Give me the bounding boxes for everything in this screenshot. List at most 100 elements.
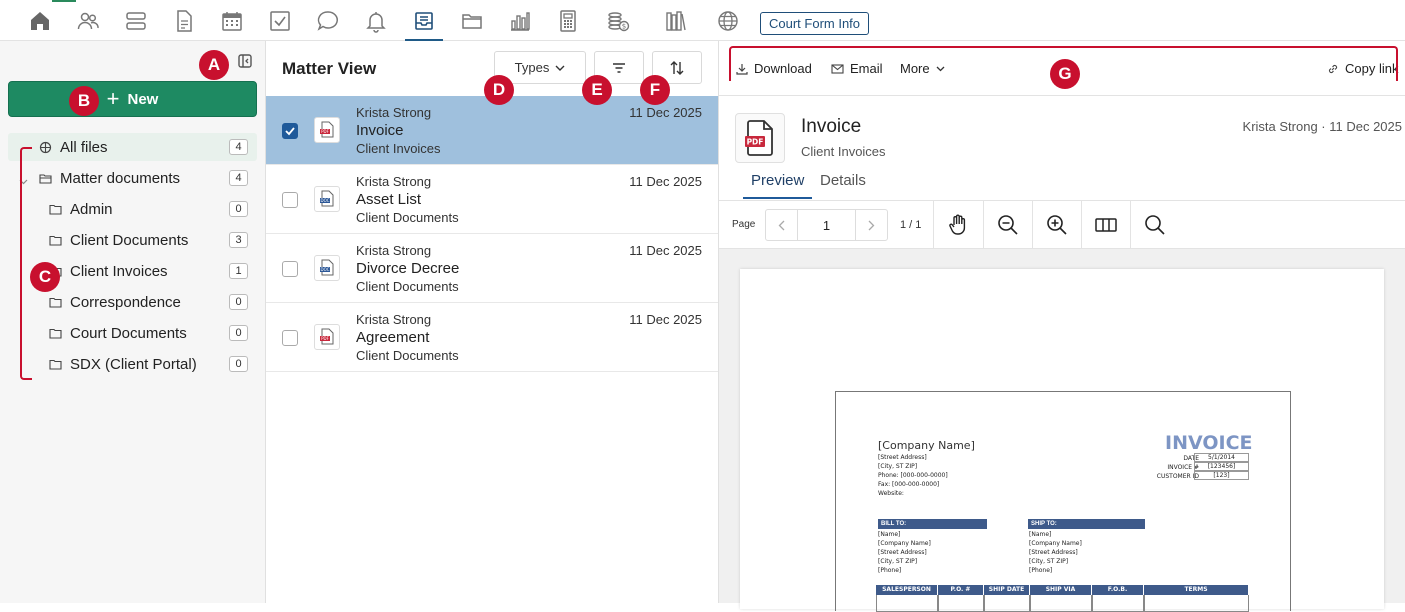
address-line: [City, ST ZIP] (878, 463, 918, 470)
file-name[interactable]: Divorce Decree (356, 260, 459, 277)
calculator-icon[interactable] (555, 8, 581, 34)
svg-text:DOC: DOC (320, 267, 329, 272)
invoice-column-header: SHIP DATE (984, 585, 1030, 595)
document-page: [Company Name] INVOICE [Street Address][… (740, 269, 1384, 612)
file-folder: Client Invoices (356, 141, 441, 156)
contacts-icon[interactable] (75, 8, 101, 34)
page-number-input[interactable]: 1 (798, 210, 854, 240)
folder-icon[interactable] (459, 8, 485, 34)
sidebar-item-label: Court Documents (70, 324, 187, 342)
invoice-meta-values: 5/1/2014 [123456] [123] (1194, 453, 1249, 480)
doc-file-icon: DOC (314, 186, 340, 212)
divider (983, 201, 984, 248)
collapse-sidebar-icon[interactable] (237, 53, 253, 69)
pdf-file-icon: PDF (314, 117, 340, 143)
sidebar-item[interactable]: Client Documents 3 (8, 226, 257, 254)
documents-icon[interactable] (171, 8, 197, 34)
tab-details[interactable]: Details (820, 172, 866, 189)
inbox-icon[interactable] (405, 8, 443, 41)
file-date: 11 Dec 2025 (629, 312, 702, 327)
document-preview-panel: Download Email More Copy link PDF Invoic… (719, 41, 1405, 612)
page-label: Page (732, 219, 756, 230)
panel-title: Matter View (282, 59, 377, 78)
meta-value: [123456] (1194, 462, 1249, 471)
divider (1130, 201, 1131, 248)
count-badge: 4 (229, 139, 248, 155)
row-checkbox[interactable] (282, 261, 298, 277)
chevron-right-icon (868, 220, 875, 230)
meta-value: 5/1/2014 (1194, 453, 1249, 462)
home-icon[interactable] (27, 8, 53, 34)
document-folder: Client Invoices (801, 144, 886, 159)
zoom-out-icon[interactable] (996, 213, 1020, 237)
row-checkbox[interactable] (282, 330, 298, 346)
reports-icon[interactable] (507, 8, 533, 34)
callout-bracket-c (20, 147, 32, 380)
sidebar-item[interactable]: All files 4 (8, 133, 257, 161)
sidebar-item[interactable]: SDX (Client Portal) 0 (8, 350, 257, 378)
tab-preview[interactable]: Preview (751, 172, 804, 189)
new-button[interactable]: + New (8, 81, 257, 117)
billing-icon[interactable]: $ (605, 8, 631, 34)
sidebar-item[interactable]: Admin 0 (8, 195, 257, 223)
invoice-company: [Company Name] (878, 439, 975, 452)
folder-open-icon (37, 170, 53, 186)
file-owner: Krista Strong (356, 312, 432, 327)
next-page-button[interactable] (854, 210, 887, 240)
sidebar-item-label: Admin (70, 200, 113, 218)
invoice-column-header: P.O. # (938, 585, 984, 595)
invoice-columns: SALESPERSON P.O. # SHIP DATE SHIP VIA F.O.B.… (876, 585, 1249, 612)
globe-icon[interactable] (715, 8, 741, 34)
zoom-in-icon[interactable] (1045, 213, 1069, 237)
row-checkbox[interactable] (282, 192, 298, 208)
prev-page-button[interactable] (766, 210, 799, 240)
file-name[interactable]: Invoice (356, 122, 404, 139)
tasks-icon[interactable] (267, 8, 293, 34)
file-owner: Krista Strong (356, 174, 432, 189)
search-icon[interactable] (1143, 213, 1167, 237)
matters-icon[interactable] (123, 8, 149, 34)
svg-text:PDF: PDF (321, 129, 329, 134)
court-form-info-button[interactable]: Court Form Info (760, 12, 870, 35)
sidebar-item[interactable]: Court Documents 0 (8, 319, 257, 347)
messages-icon[interactable] (315, 8, 341, 34)
invoice-column-cell (938, 595, 984, 612)
file-list-panel: Matter View Types PDF Krista Strong Invoic… (266, 41, 719, 603)
callout-d: D (484, 75, 514, 105)
doc-file-icon: DOC (314, 255, 340, 281)
file-name[interactable]: Asset List (356, 191, 421, 208)
svg-text:$: $ (622, 23, 626, 31)
folder-icon (47, 201, 63, 217)
file-name[interactable]: Agreement (356, 329, 429, 346)
pan-hand-icon[interactable] (946, 213, 970, 237)
row-checkbox[interactable] (282, 123, 298, 139)
folder-icon (47, 294, 63, 310)
notifications-icon[interactable] (363, 8, 389, 34)
sidebar-item-label: Correspondence (70, 293, 181, 311)
file-row[interactable]: DOC Krista Strong Divorce Decree Client Doc… (266, 234, 718, 303)
address-line: Fax: [000-000-0000] (878, 481, 940, 488)
folder-icon (47, 356, 63, 372)
sidebar-item[interactable]: Correspondence 0 (8, 288, 257, 316)
invoice-address: [Street Address] [City, ST ZIP] Phone: [00… (878, 453, 948, 498)
count-badge: 0 (229, 325, 248, 341)
file-row[interactable]: PDF Krista Strong Invoice Client Invoices 11… (266, 96, 718, 165)
count-badge: 3 (229, 232, 248, 248)
all-files-icon (37, 139, 53, 155)
invoice-column-header: TERMS (1144, 585, 1249, 595)
ship-line: [Phone] (1029, 567, 1053, 574)
library-icon[interactable] (663, 8, 689, 34)
calendar-icon[interactable] (219, 8, 245, 34)
page-count: 1 / 1 (900, 219, 922, 231)
ship-line: [Company Name] (1029, 540, 1082, 547)
count-badge: 1 (229, 263, 248, 279)
document-title: Invoice (801, 116, 862, 137)
file-folder: Client Documents (356, 348, 459, 363)
sidebar-item[interactable]: Matter documents 4 (8, 164, 257, 192)
file-row[interactable]: PDF Krista Strong Agreement Client Document… (266, 303, 718, 372)
sidebar-item-label: All files (60, 138, 108, 156)
folder-icon (47, 325, 63, 341)
page-layout-icon[interactable] (1094, 213, 1118, 237)
file-row[interactable]: DOC Krista Strong Asset List Client Documen… (266, 165, 718, 234)
sidebar-item-label: SDX (Client Portal) (70, 355, 197, 373)
